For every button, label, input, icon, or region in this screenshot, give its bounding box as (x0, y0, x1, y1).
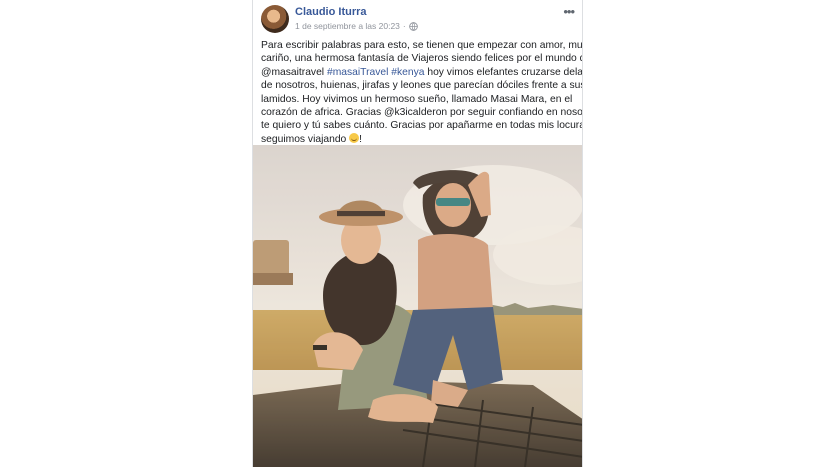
post-text-segment: ! (359, 133, 363, 145)
post-photo[interactable] (253, 145, 583, 467)
hashtag-link[interactable]: #masaiTravel (327, 67, 388, 78)
post-text-segment: lamidos. Hoy vivimos un hermoso sueño, l… (261, 93, 573, 105)
hashtag-link[interactable]: #kenya (391, 67, 424, 78)
author-avatar[interactable] (261, 5, 289, 33)
post-text-line: corazón de africa. Gracias @k3icalderon … (261, 106, 582, 119)
smile-emoji-icon (349, 132, 360, 143)
post-timestamp[interactable]: 1 de septiembre a las 20:23 (295, 21, 400, 31)
post-text-line: lamidos. Hoy vivimos un hermoso sueño, l… (261, 93, 579, 106)
post-text-line: @masaitravel #masaiTravel #kenya hoy vim… (261, 66, 582, 79)
post-text-line: te quiero y tú sabes cuánto. Gracias por… (261, 119, 582, 132)
facebook-post: Claudio Iturra 1 de septiembre a las 20:… (252, 0, 583, 467)
post-text: Para escribir palabras para esto, se tie… (261, 39, 582, 146)
globe-icon[interactable] (408, 21, 418, 31)
post-text-line: de nosotros, huienas, jirafas y leones q… (261, 79, 582, 92)
more-options-icon[interactable]: ••• (563, 4, 575, 19)
post-meta: 1 de septiembre a las 20:23 · (295, 21, 418, 31)
post-text-segment: corazón de africa. Gracias @k3icalderon … (261, 107, 583, 119)
post-text-segment: te quiero y tú sabes cuánto. Gracias por… (261, 120, 583, 132)
post-text-segment: Para escribir palabras para esto, se tie… (261, 40, 583, 51)
post-text-segment: @masaitravel (261, 66, 327, 78)
post-text-segment: seguimos viajando (261, 133, 350, 145)
post-header: Claudio Iturra 1 de septiembre a las 20:… (253, 0, 582, 40)
dot-separator: · (402, 21, 406, 31)
post-text-line: Para escribir palabras para esto, se tie… (261, 39, 582, 52)
post-text-segment: de nosotros, huienas, jirafas y leones q… (261, 80, 583, 92)
post-text-segment: hoy vimos elefantes cruzarse delante (424, 66, 583, 78)
post-text-segment: cariño, una hermosa fantasía de Viajeros… (261, 53, 583, 65)
post-text-line: cariño, una hermosa fantasía de Viajeros… (261, 52, 582, 65)
author-name[interactable]: Claudio Iturra (295, 6, 367, 18)
